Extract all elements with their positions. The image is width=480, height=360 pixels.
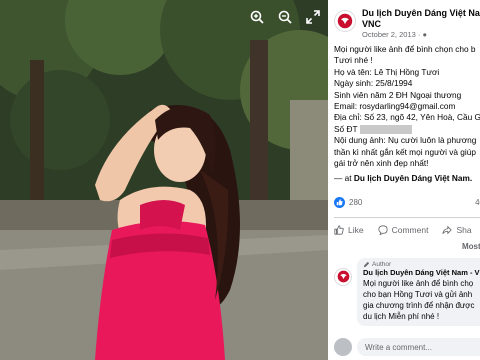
pen-icon xyxy=(363,261,370,267)
share-icon xyxy=(442,225,453,235)
comment-line: du lịch Miễn phí nhé ! xyxy=(363,311,440,321)
reaction-summary[interactable]: 280 40 xyxy=(328,195,480,211)
body-line: Sinh viên năm 2 ĐH Ngoại thương xyxy=(334,89,462,100)
page-name-continued[interactable]: VNC xyxy=(362,19,480,30)
share-label: Sha xyxy=(456,224,472,235)
tagged-page-link[interactable]: Du lịch Duyên Dáng Việt Nam. xyxy=(354,173,472,183)
comment-icon xyxy=(378,225,388,235)
comment-composer xyxy=(334,338,480,356)
zoom-in-button[interactable] xyxy=(248,8,266,26)
like-label: Like xyxy=(348,224,364,235)
like-reaction-icon xyxy=(334,197,345,209)
post-header: Du lịch Duyên Dáng Việt Nam - VNC Octobe… xyxy=(328,0,480,42)
page-logo-icon xyxy=(337,271,349,283)
photo-viewer: Du lịch Duyên Dáng Việt Nam - VNC Octobe… xyxy=(0,0,480,360)
body-line: Họ và tên: Lê Thị Hồng Tươi xyxy=(334,66,440,77)
share-button[interactable]: Sha xyxy=(442,224,472,235)
post-panel: Du lịch Duyên Dáng Việt Nam - VNC Octobe… xyxy=(328,0,480,360)
globe-icon: ● xyxy=(422,30,427,39)
comment-avatar[interactable] xyxy=(334,267,352,286)
comment-input[interactable] xyxy=(357,338,480,356)
body-line: Email: rosydarling94@gmail.com xyxy=(334,101,456,112)
censored-phone xyxy=(359,125,412,135)
body-line-phone: Số ĐT xyxy=(334,124,480,135)
post-photo xyxy=(0,0,328,360)
body-line: thần kì nhất gắn kết mọi người và giúp xyxy=(334,146,476,157)
action-bar: Like Comment Sha xyxy=(328,218,480,242)
header-text: Du lịch Duyên Dáng Việt Nam - VNC Octobe… xyxy=(362,8,480,40)
body-line: Tươi nhé ! xyxy=(334,55,373,66)
page-logo-icon xyxy=(337,13,353,29)
zoom-in-icon xyxy=(250,10,264,24)
sort-label: Most r xyxy=(462,241,480,251)
post-date-text: October 2, 2013 · xyxy=(362,30,423,39)
tagged-location: — at Du lịch Duyên Dáng Việt Nam. xyxy=(334,173,480,184)
page-avatar[interactable] xyxy=(334,10,356,32)
comment-line: gia chương trình để nhận được xyxy=(363,300,475,310)
body-line: Mọi người like ảnh để bình chọn cho b xyxy=(334,44,476,54)
like-count: 280 xyxy=(349,198,363,208)
body-line: Ngày sinh: 25/8/1994 xyxy=(334,78,413,89)
tagged-prefix: — at xyxy=(334,173,354,184)
comment-line: cho bạn Hồng Tươi và gửi ảnh xyxy=(363,289,473,299)
body-line: Địa chỉ: Số 23, ngõ 42, Yên Hoà, Cầu Gi xyxy=(334,112,480,123)
fullscreen-icon xyxy=(306,10,320,24)
thumbs-up-icon xyxy=(334,225,344,235)
share-count[interactable]: 40 xyxy=(475,198,480,207)
comment-sort-dropdown[interactable]: Most r xyxy=(328,242,480,256)
zoom-out-button[interactable] xyxy=(276,8,294,26)
author-badge-label: Author xyxy=(372,260,392,268)
photo-area[interactable] xyxy=(0,0,328,360)
post-body: Mọi người like ảnh để bình chọn cho b Tư… xyxy=(328,42,480,185)
comment-item: Author Du lịch Duyên Dáng Việt Nam - VNC… xyxy=(328,256,480,326)
phone-label: Số ĐT xyxy=(334,123,358,134)
viewer-controls xyxy=(248,8,322,26)
post-date[interactable]: October 2, 2013 · ● xyxy=(362,30,480,40)
zoom-out-icon xyxy=(278,10,292,24)
comment-line: Mọi người like ảnh để bình chọ xyxy=(363,278,474,288)
comment-bubble: Author Du lịch Duyên Dáng Việt Nam - VNC… xyxy=(357,257,480,326)
comment-author[interactable]: Du lịch Duyên Dáng Việt Nam - VNC xyxy=(363,268,480,278)
comment-label: Comment xyxy=(391,224,429,235)
fullscreen-button[interactable] xyxy=(304,8,322,26)
user-avatar[interactable] xyxy=(334,338,352,356)
body-line: gái trở nên xinh đẹp nhất! xyxy=(334,158,429,169)
comment-button[interactable]: Comment xyxy=(378,224,429,235)
author-badge: Author xyxy=(363,261,480,268)
like-button[interactable]: Like xyxy=(334,225,364,235)
page-name[interactable]: Du lịch Duyên Dáng Việt Nam - xyxy=(362,8,480,19)
body-line: Nội dung ảnh: Nụ cười luôn là phương xyxy=(334,135,477,146)
